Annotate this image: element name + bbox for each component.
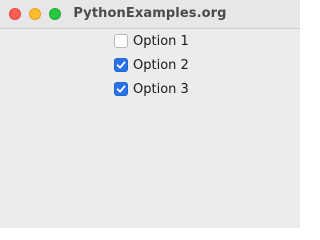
checkbox-option-3[interactable]: Option 3 [114, 80, 189, 98]
checkbox-panel: Option 1 Option 2 Option 3 [0, 29, 300, 228]
app-window: PythonExamples.org Option 1 Option 2 Opt… [0, 0, 300, 228]
checkmark-icon [116, 61, 126, 69]
checkbox-3-label: Option 3 [133, 81, 189, 97]
checkbox-1-label: Option 1 [133, 33, 189, 49]
title-bar[interactable]: PythonExamples.org [0, 0, 300, 29]
checkbox-1[interactable] [114, 34, 128, 48]
checkbox-2[interactable] [114, 58, 128, 72]
checkbox-option-1[interactable]: Option 1 [114, 32, 189, 50]
window-title: PythonExamples.org [73, 6, 227, 21]
checkbox-option-2[interactable]: Option 2 [114, 56, 189, 74]
checkbox-2-label: Option 2 [133, 57, 189, 73]
checkmark-icon [116, 85, 126, 93]
checkbox-3[interactable] [114, 82, 128, 96]
